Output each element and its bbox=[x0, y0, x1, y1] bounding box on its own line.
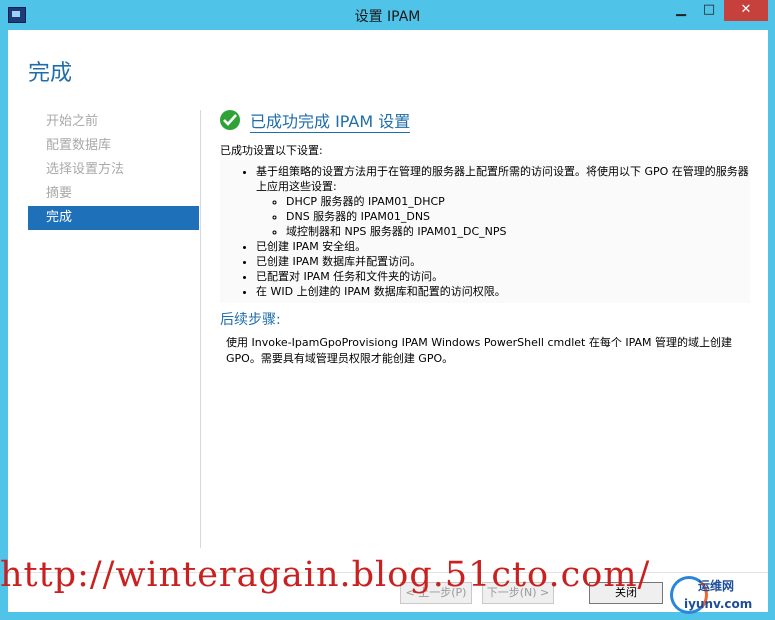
next-steps-text: 使用 Invoke-IpamGpoProvisiong IPAM Windows… bbox=[226, 336, 733, 365]
success-row: 已成功完成 IPAM 设置 bbox=[220, 108, 750, 134]
page-title: 完成 bbox=[28, 61, 73, 86]
list-item: DHCP 服务器的 IPAM01_DHCP bbox=[286, 194, 750, 209]
next-steps-heading: 后续步骤: bbox=[220, 312, 281, 328]
wizard-steps-nav: 开始之前 配置数据库 选择设置方法 摘要 完成 bbox=[28, 110, 199, 230]
watermark-text: http://winteragain.blog.51cto.com/ bbox=[0, 555, 651, 595]
list-item: 在 WID 上创建的 IPAM 数据库和配置的访问权限。 bbox=[256, 284, 750, 299]
nav-item-before-you-begin: 开始之前 bbox=[46, 114, 99, 129]
check-icon bbox=[220, 110, 240, 130]
site-logo: 运维网 iyunv.com bbox=[668, 573, 772, 617]
maximize-button[interactable]: □ bbox=[696, 0, 722, 21]
nav-item-select-method: 选择设置方法 bbox=[46, 162, 125, 177]
main-panel: 已成功完成 IPAM 设置 已成功设置以下设置: 基于组策略的设置方法用于在管理… bbox=[220, 108, 750, 367]
wizard-content: 完成 开始之前 配置数据库 选择设置方法 摘要 完成 已成功完成 IPAM 设置… bbox=[8, 30, 768, 612]
divider bbox=[200, 110, 201, 548]
nav-item-summary: 摘要 bbox=[46, 186, 73, 201]
list-item: 域控制器和 NPS 服务器的 IPAM01_DC_NPS bbox=[286, 224, 750, 239]
summary-list: 基于组策略的设置方法用于在管理的服务器上配置所需的访问设置。将使用以下 GPO … bbox=[220, 160, 750, 303]
nav-item-completion: 完成 bbox=[28, 206, 199, 230]
sub-list-container: DHCP 服务器的 IPAM01_DHCP DNS 服务器的 IPAM01_DN… bbox=[256, 194, 750, 239]
summary-intro: 已成功设置以下设置: bbox=[220, 144, 323, 157]
setup-window: 设置 IPAM ▁ □ ✕ 完成 开始之前 配置数据库 选择设置方法 摘要 完成… bbox=[0, 0, 775, 620]
title-bar[interactable]: 设置 IPAM ▁ □ ✕ bbox=[0, 0, 775, 30]
window-title: 设置 IPAM bbox=[354, 9, 421, 25]
nav-item-configure-database: 配置数据库 bbox=[46, 138, 112, 153]
list-item: 已创建 IPAM 数据库并配置访问。 bbox=[256, 254, 750, 269]
list-item: 已配置对 IPAM 任务和文件夹的访问。 bbox=[256, 269, 750, 284]
close-window-button[interactable]: ✕ bbox=[724, 0, 768, 21]
list-item: DNS 服务器的 IPAM01_DNS bbox=[286, 209, 750, 224]
minimize-button[interactable]: ▁ bbox=[668, 0, 694, 21]
list-item: 已创建 IPAM 安全组。 bbox=[256, 239, 750, 254]
success-heading: 已成功完成 IPAM 设置 bbox=[250, 108, 411, 133]
logo-line2: iyunv.com bbox=[684, 597, 753, 611]
list-item: 基于组策略的设置方法用于在管理的服务器上配置所需的访问设置。将使用以下 GPO … bbox=[256, 164, 750, 194]
logo-line1: 运维网 bbox=[698, 579, 735, 593]
